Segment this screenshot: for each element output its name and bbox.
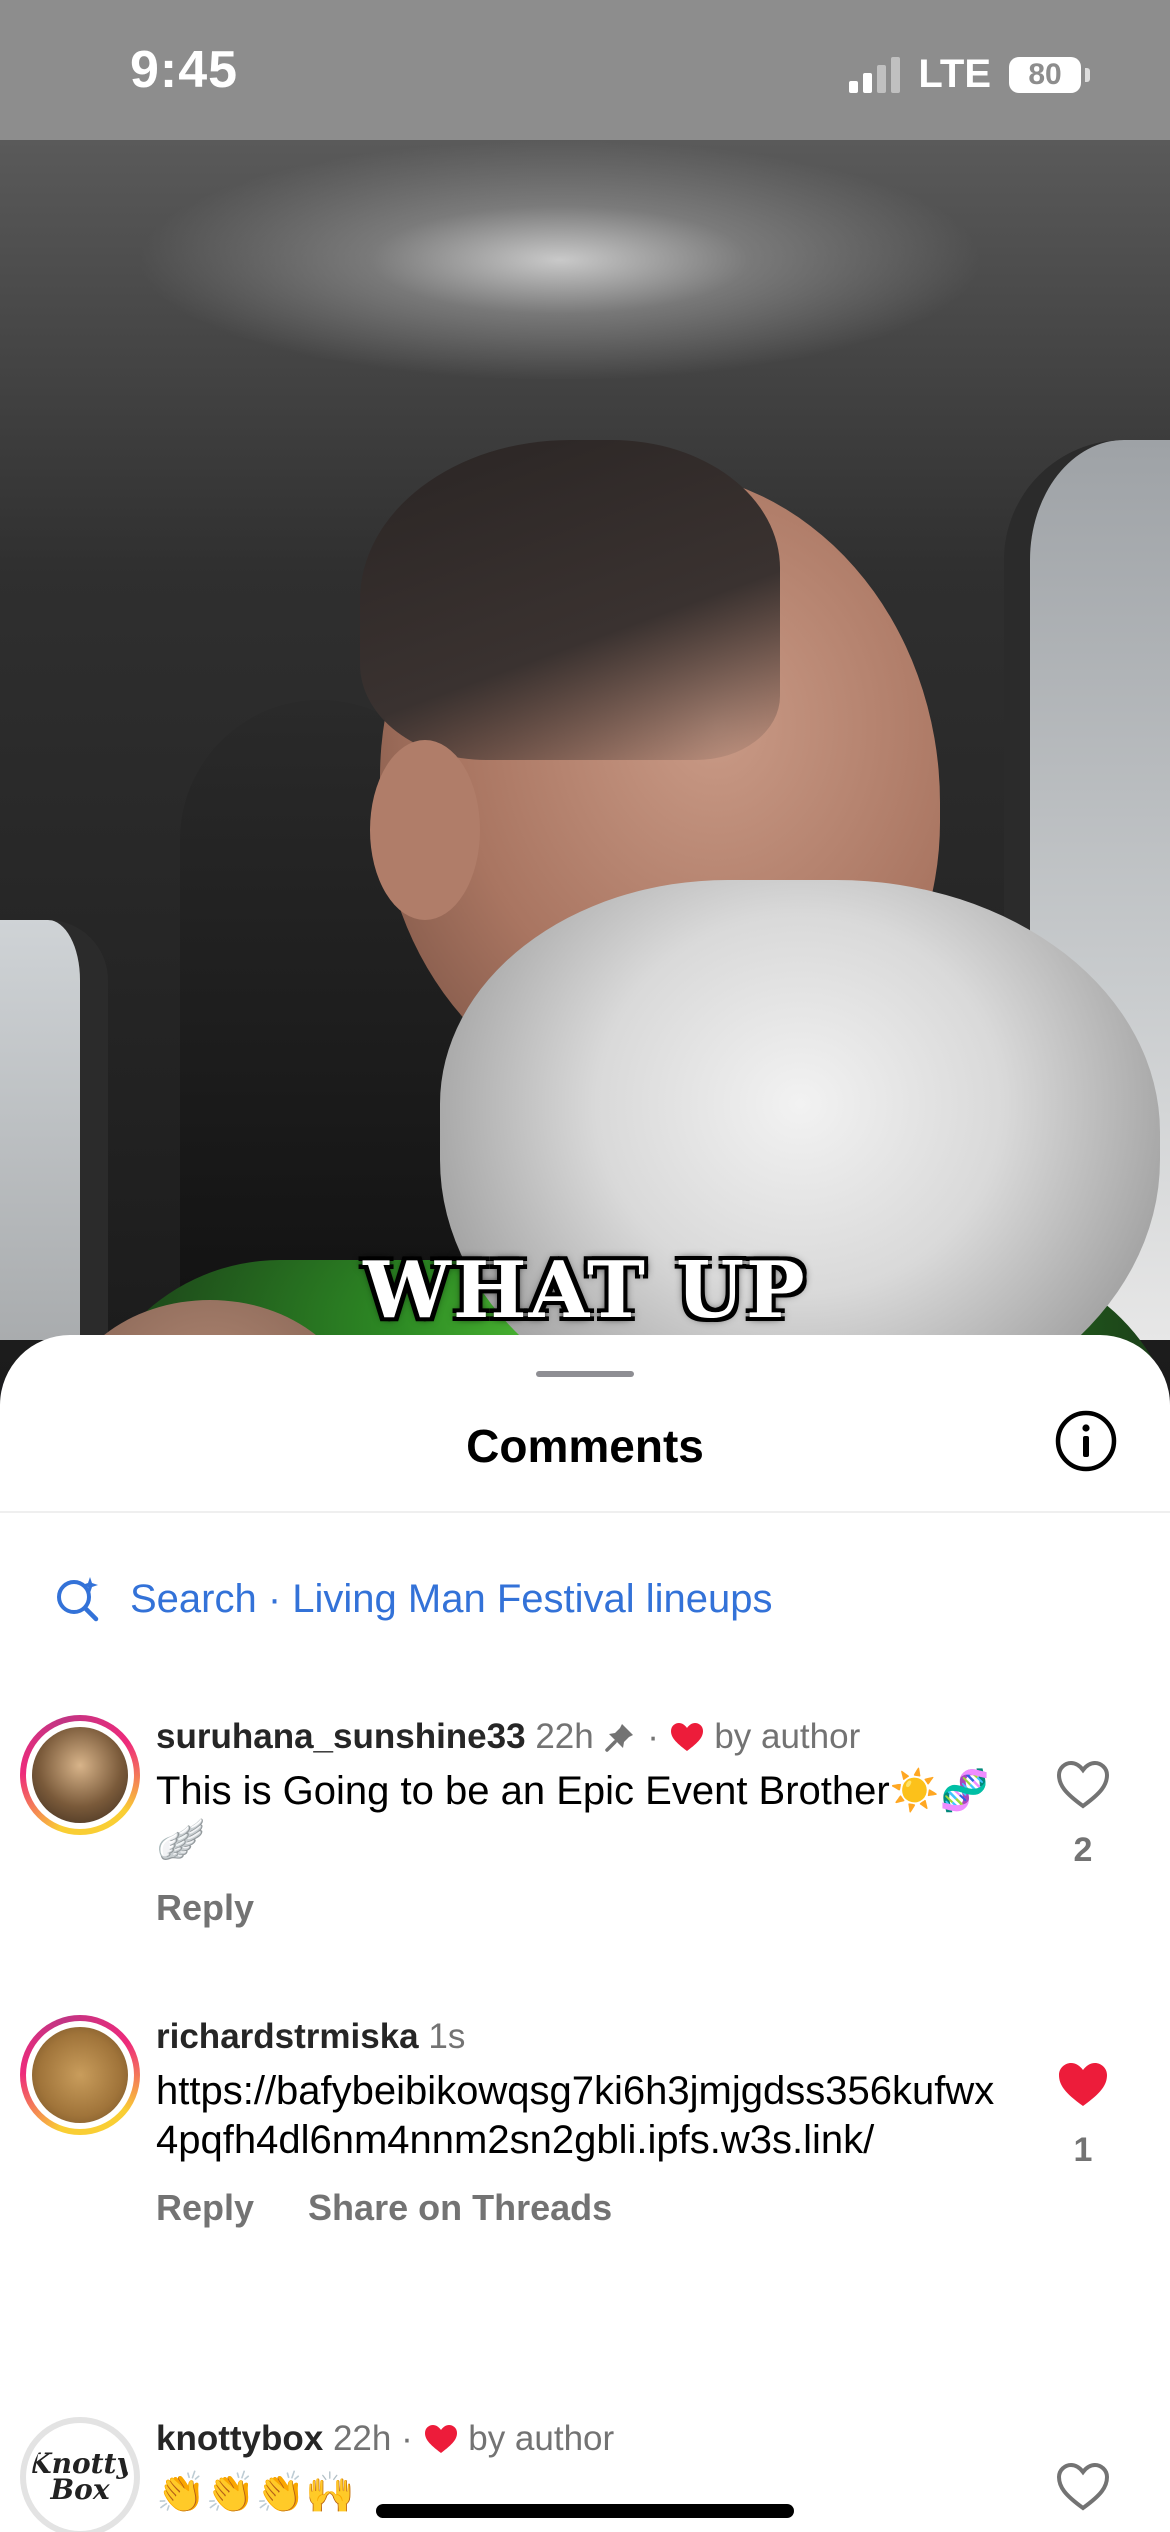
video-player[interactable] bbox=[0, 140, 1170, 1380]
comment-time: 22h bbox=[535, 1717, 594, 1756]
avatar-logo-text: Knotty Box bbox=[32, 2447, 128, 2506]
info-icon[interactable] bbox=[1054, 1409, 1118, 1473]
comment-username[interactable]: richardstrmiska bbox=[156, 2017, 419, 2056]
reply-button[interactable]: Reply bbox=[156, 2187, 254, 2229]
pin-icon bbox=[605, 1724, 634, 1752]
liked-by-author-label: by author bbox=[468, 2419, 615, 2458]
share-on-threads-button[interactable]: Share on Threads bbox=[308, 2187, 612, 2229]
avatar-image: Knotty Box bbox=[32, 2429, 128, 2525]
heart-filled-icon[interactable] bbox=[1055, 2059, 1111, 2111]
comment-meta: suruhana_sunshine33 22h · by author bbox=[156, 1717, 861, 1756]
search-suggestion-label: Search · Living Man Festival lineups bbox=[130, 1576, 773, 1621]
heart-outline-icon[interactable] bbox=[1055, 2461, 1111, 2513]
battery-nub bbox=[1085, 67, 1090, 82]
liked-by-author-label: by author bbox=[714, 1717, 861, 1756]
screen: 9:45 LTE 80 WHAT UP Comments Search · Li… bbox=[0, 0, 1170, 2532]
reply-button[interactable]: Reply bbox=[156, 1887, 254, 1929]
comments-sheet: Comments Search · Living Man Festival li… bbox=[0, 1335, 1170, 2532]
avatar-image bbox=[32, 2027, 128, 2123]
like-column bbox=[1048, 2461, 1118, 2513]
battery-level: 80 bbox=[1028, 57, 1062, 91]
author-liked-heart-icon bbox=[424, 2425, 457, 2453]
author-liked-heart-icon bbox=[670, 1723, 703, 1751]
status-bar: 9:45 LTE 80 bbox=[0, 0, 1170, 140]
like-count: 2 bbox=[1073, 1831, 1093, 1869]
like-column: 1 bbox=[1048, 2059, 1118, 2170]
heart-outline-icon[interactable] bbox=[1055, 1759, 1111, 1811]
cellular-signal-icon bbox=[849, 56, 901, 93]
avatar[interactable] bbox=[20, 2015, 140, 2135]
like-count: 1 bbox=[1073, 2131, 1093, 2169]
avatar[interactable]: Knotty Box bbox=[20, 2417, 140, 2532]
comment-text[interactable]: https://bafybeibikowqsg7ki6h3jmjgdss356k… bbox=[156, 2067, 1016, 2165]
status-indicators: LTE 80 bbox=[849, 52, 1090, 97]
comment-meta: knottybox 22h · by author bbox=[156, 2419, 615, 2458]
sheet-grabber[interactable] bbox=[536, 1371, 634, 1377]
comment-text: This is Going to be an Epic Event Brothe… bbox=[156, 1769, 990, 1862]
header-divider bbox=[0, 1511, 1170, 1513]
sheet-title: Comments bbox=[466, 1420, 704, 1472]
search-suggestion[interactable]: Search · Living Man Festival lineups bbox=[52, 1573, 773, 1625]
status-time: 9:45 bbox=[130, 41, 239, 99]
hair bbox=[360, 440, 780, 760]
avatar-image bbox=[32, 1727, 128, 1823]
avatar[interactable] bbox=[20, 1715, 140, 1835]
ear bbox=[370, 740, 480, 920]
comment-time: 1s bbox=[428, 2017, 466, 2056]
comment-time: 22h bbox=[332, 2419, 392, 2458]
home-indicator[interactable] bbox=[376, 2504, 794, 2518]
comment-username[interactable]: knottybox bbox=[156, 2419, 323, 2458]
search-sparkle-icon bbox=[57, 1577, 99, 1622]
battery-icon: 80 bbox=[1009, 56, 1081, 93]
comment-username[interactable]: suruhana_sunshine33 bbox=[156, 1717, 526, 1756]
comment-meta: richardstrmiska 1s bbox=[156, 2015, 1016, 2059]
like-column: 2 bbox=[1048, 1759, 1118, 1870]
network-type: LTE bbox=[918, 52, 991, 96]
video-caption: WHAT UP bbox=[363, 1245, 807, 1336]
